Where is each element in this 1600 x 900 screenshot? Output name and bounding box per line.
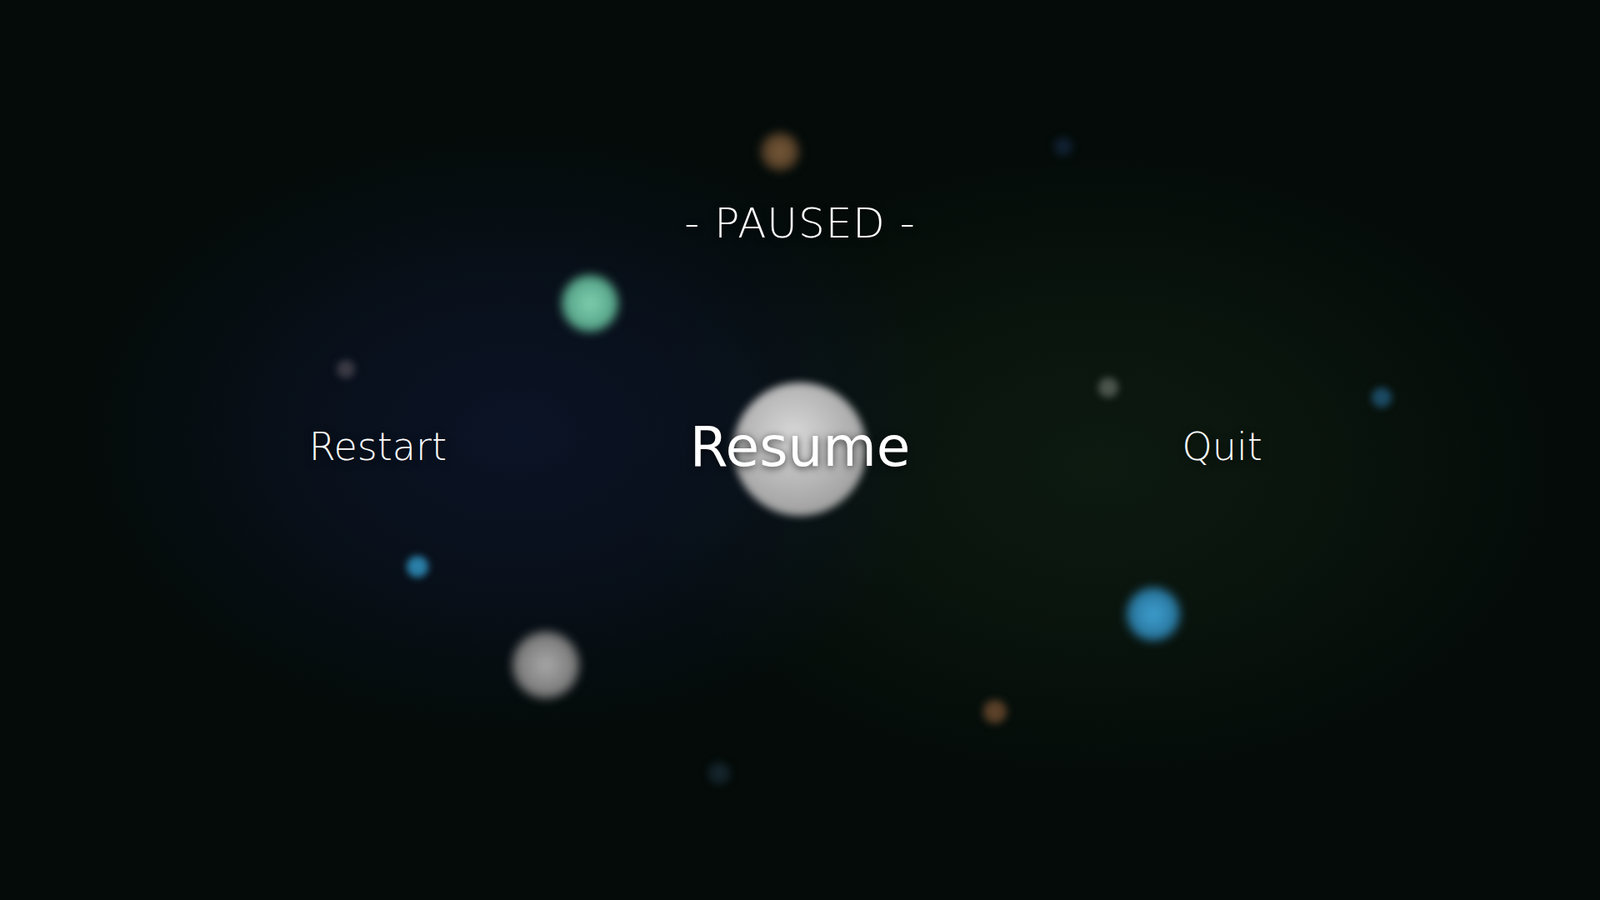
pause-title: - PAUSED - bbox=[684, 198, 915, 249]
planet bbox=[1126, 587, 1180, 641]
star bbox=[1054, 137, 1073, 156]
pause-menu: - PAUSED - Restart Resume Quit bbox=[0, 0, 1600, 900]
star bbox=[1098, 377, 1119, 398]
planet bbox=[406, 555, 429, 578]
menu-row: Restart Resume Quit bbox=[166, 406, 1434, 489]
star bbox=[708, 762, 730, 785]
menu-cell: Resume bbox=[589, 406, 1012, 489]
planet bbox=[561, 275, 619, 332]
menu-cell: Restart bbox=[166, 417, 590, 478]
planet bbox=[512, 631, 580, 699]
star bbox=[336, 360, 355, 379]
star bbox=[1371, 387, 1392, 408]
menu-cell: Quit bbox=[1010, 417, 1434, 478]
menu-button[interactable]: Restart bbox=[300, 417, 455, 478]
menu-button[interactable]: Quit bbox=[1174, 417, 1271, 478]
planet bbox=[983, 700, 1007, 724]
planet bbox=[760, 132, 800, 171]
menu-button[interactable]: Resume bbox=[681, 406, 920, 489]
